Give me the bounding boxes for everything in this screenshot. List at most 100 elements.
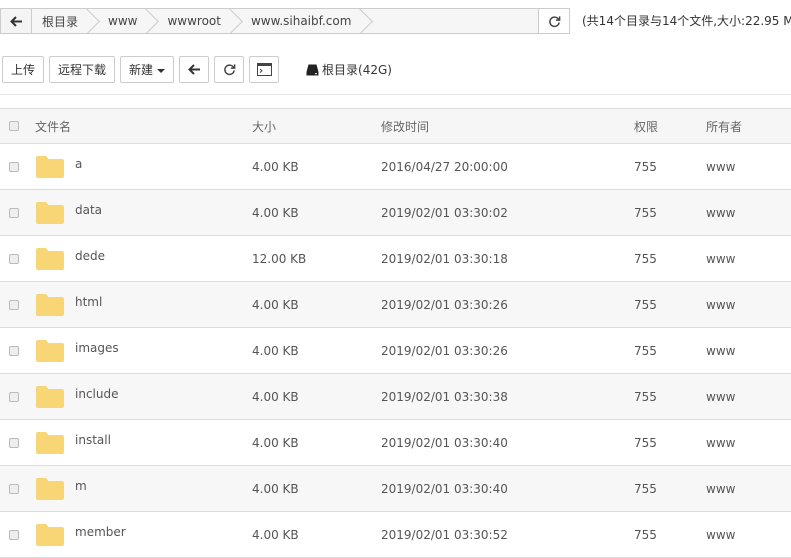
folder-icon — [36, 431, 64, 454]
terminal-button[interactable] — [249, 56, 280, 83]
table-row[interactable]: install 4.00 KB 2019/02/01 03:30:40 755 … — [0, 420, 791, 466]
file-modified: 2019/02/01 03:30:18 — [381, 251, 508, 266]
file-modified: 2016/04/27 20:00:00 — [381, 159, 508, 174]
row-checkbox[interactable] — [9, 253, 19, 264]
file-size: 4.00 KB — [252, 205, 299, 220]
row-checkbox[interactable] — [9, 161, 19, 172]
disk-indicator[interactable]: 根目录(42G) — [306, 61, 392, 78]
file-owner[interactable]: www — [706, 420, 735, 465]
file-permission[interactable]: 755 — [634, 466, 657, 511]
table-row[interactable]: a 4.00 KB 2016/04/27 20:00:00 755 www — [0, 144, 791, 190]
file-size: 4.00 KB — [252, 159, 299, 174]
folder-icon — [36, 293, 64, 316]
file-name[interactable]: dede — [75, 249, 105, 263]
file-table: 文件名 大小 修改时间 权限 所有者 a 4.00 KB 2016/04/27 … — [0, 108, 791, 558]
table-row[interactable]: member 4.00 KB 2019/02/01 03:30:52 755 w… — [0, 512, 791, 558]
header-owner[interactable]: 所有者 — [706, 109, 742, 143]
file-modified: 2019/02/01 03:30:40 — [381, 481, 508, 496]
file-permission[interactable]: 755 — [634, 190, 657, 235]
row-checkbox[interactable] — [9, 207, 19, 218]
file-permission[interactable]: 755 — [634, 282, 657, 327]
upload-button[interactable]: 上传 — [2, 56, 45, 83]
file-name[interactable]: member — [75, 525, 126, 539]
file-permission[interactable]: 755 — [634, 512, 657, 557]
folder-icon — [36, 339, 64, 362]
file-permission[interactable]: 755 — [634, 420, 657, 465]
file-modified: 2019/02/01 03:30:26 — [381, 297, 508, 312]
path-refresh-button[interactable] — [538, 9, 569, 33]
folder-icon — [36, 385, 64, 408]
header-size[interactable]: 大小 — [252, 109, 276, 143]
folder-icon — [36, 523, 64, 546]
file-size: 4.00 KB — [252, 297, 299, 312]
table-row[interactable]: html 4.00 KB 2019/02/01 03:30:26 755 www — [0, 282, 791, 328]
breadcrumb-site[interactable]: www.sihaibf.com — [233, 9, 363, 33]
header-permission[interactable]: 权限 — [634, 109, 658, 143]
file-size: 4.00 KB — [252, 343, 299, 358]
file-permission[interactable]: 755 — [634, 236, 657, 281]
folder-icon — [36, 247, 64, 270]
file-owner[interactable]: www — [706, 512, 735, 557]
table-header: 文件名 大小 修改时间 权限 所有者 — [0, 109, 791, 144]
row-checkbox[interactable] — [9, 391, 19, 402]
file-modified: 2019/02/01 03:30:52 — [381, 527, 508, 542]
breadcrumb-root[interactable]: 根目录 — [32, 9, 90, 33]
row-checkbox[interactable] — [9, 299, 19, 310]
file-size: 4.00 KB — [252, 481, 299, 496]
file-owner[interactable]: www — [706, 236, 735, 281]
file-size: 4.00 KB — [252, 435, 299, 450]
breadcrumb-wwwroot[interactable]: wwwroot — [149, 9, 233, 33]
file-owner[interactable]: www — [706, 144, 735, 189]
breadcrumb-www[interactable]: www — [90, 9, 149, 33]
file-permission[interactable]: 755 — [634, 328, 657, 373]
file-size: 4.00 KB — [252, 389, 299, 404]
header-modified[interactable]: 修改时间 — [381, 109, 429, 143]
file-size: 4.00 KB — [252, 527, 299, 542]
file-permission[interactable]: 755 — [634, 144, 657, 189]
table-row[interactable]: images 4.00 KB 2019/02/01 03:30:26 755 w… — [0, 328, 791, 374]
toolbar: 上传 远程下载 新建 根目录(42G) — [2, 56, 392, 83]
file-name[interactable]: m — [75, 479, 87, 493]
header-name[interactable]: 文件名 — [35, 109, 71, 143]
row-checkbox[interactable] — [9, 529, 19, 540]
folder-icon — [36, 477, 64, 500]
file-name[interactable]: images — [75, 341, 119, 355]
path-bar: 根目录 www wwwroot www.sihaibf.com — [0, 8, 570, 34]
file-owner[interactable]: www — [706, 374, 735, 419]
select-all-checkbox[interactable] — [9, 121, 19, 131]
remote-download-button[interactable]: 远程下载 — [49, 56, 116, 83]
file-name[interactable]: include — [75, 387, 118, 401]
divider — [0, 94, 791, 95]
file-modified: 2019/02/01 03:30:38 — [381, 389, 508, 404]
file-permission[interactable]: 755 — [634, 374, 657, 419]
table-body: a 4.00 KB 2016/04/27 20:00:00 755 www da… — [0, 144, 791, 558]
refresh-icon — [548, 15, 560, 27]
new-button[interactable]: 新建 — [120, 56, 175, 83]
file-owner[interactable]: www — [706, 328, 735, 373]
file-name[interactable]: html — [75, 295, 102, 309]
file-name[interactable]: install — [75, 433, 111, 447]
back-button[interactable] — [179, 56, 210, 83]
new-button-label: 新建 — [129, 63, 154, 77]
file-size: 12.00 KB — [252, 251, 307, 266]
table-row[interactable]: data 4.00 KB 2019/02/01 03:30:02 755 www — [0, 190, 791, 236]
breadcrumb: 根目录 www wwwroot www.sihaibf.com — [32, 9, 538, 33]
directory-summary: (共14个目录与14个文件,大小:22.95 MB — [582, 14, 791, 28]
path-back-button[interactable] — [1, 9, 32, 33]
file-name[interactable]: data — [75, 203, 102, 217]
row-checkbox[interactable] — [9, 437, 19, 448]
arrow-left-icon — [187, 64, 200, 75]
folder-icon — [36, 155, 64, 178]
row-checkbox[interactable] — [9, 345, 19, 356]
hard-drive-icon — [306, 64, 319, 75]
file-owner[interactable]: www — [706, 466, 735, 511]
table-row[interactable]: include 4.00 KB 2019/02/01 03:30:38 755 … — [0, 374, 791, 420]
row-checkbox[interactable] — [9, 483, 19, 494]
refresh-button[interactable] — [214, 56, 245, 83]
file-owner[interactable]: www — [706, 190, 735, 235]
file-name[interactable]: a — [75, 157, 82, 171]
file-owner[interactable]: www — [706, 282, 735, 327]
folder-icon — [36, 201, 64, 224]
table-row[interactable]: dede 12.00 KB 2019/02/01 03:30:18 755 ww… — [0, 236, 791, 282]
table-row[interactable]: m 4.00 KB 2019/02/01 03:30:40 755 www — [0, 466, 791, 512]
